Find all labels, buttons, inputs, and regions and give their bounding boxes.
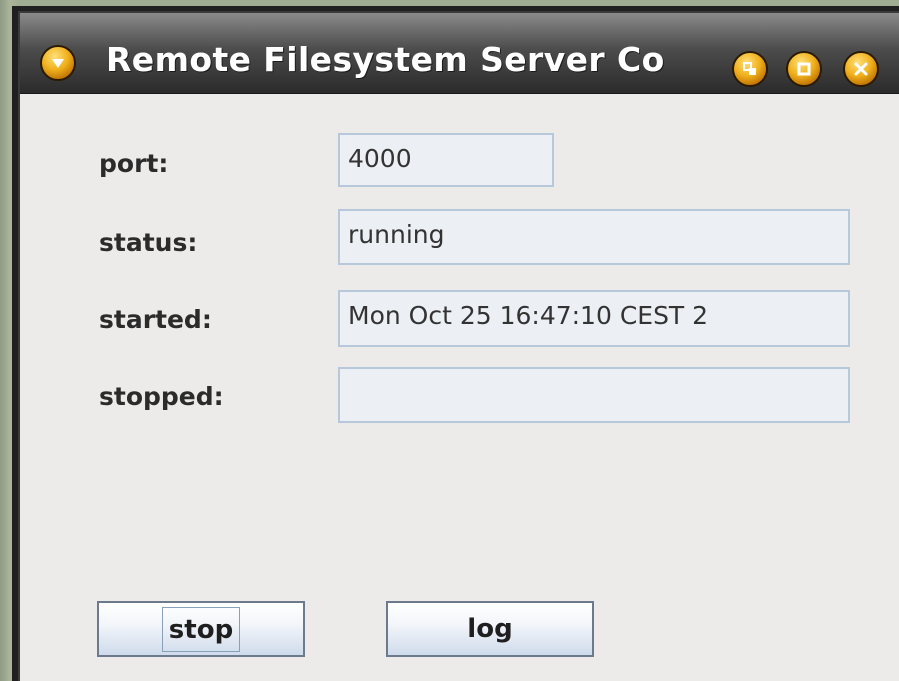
started-field[interactable]: Mon Oct 25 16:47:10 CEST 2 bbox=[338, 290, 850, 347]
window-title: Remote Filesystem Server Co bbox=[106, 40, 665, 79]
log-button[interactable]: log bbox=[386, 601, 594, 657]
stopped-field[interactable] bbox=[338, 367, 850, 423]
maximize-icon bbox=[797, 62, 811, 76]
close-button[interactable] bbox=[843, 51, 879, 87]
chevron-down-icon bbox=[51, 57, 65, 69]
restore-button[interactable] bbox=[732, 51, 768, 87]
port-label: port: bbox=[99, 149, 169, 178]
restore-icon bbox=[743, 62, 757, 76]
started-label: started: bbox=[99, 305, 212, 334]
stopped-label: stopped: bbox=[99, 382, 224, 411]
status-field[interactable]: running bbox=[338, 209, 850, 265]
close-icon bbox=[854, 62, 868, 76]
status-label: status: bbox=[99, 228, 198, 257]
stop-button-label: stop bbox=[161, 606, 241, 652]
window-menu-button[interactable] bbox=[40, 45, 76, 81]
server-control-window: Remote Filesystem Server Co port: 4000 s… bbox=[18, 11, 899, 681]
title-bar[interactable]: Remote Filesystem Server Co bbox=[20, 13, 899, 94]
maximize-button[interactable] bbox=[786, 51, 822, 87]
stop-button[interactable]: stop bbox=[97, 601, 305, 657]
port-field[interactable]: 4000 bbox=[338, 133, 554, 187]
log-button-label: log bbox=[467, 614, 513, 644]
